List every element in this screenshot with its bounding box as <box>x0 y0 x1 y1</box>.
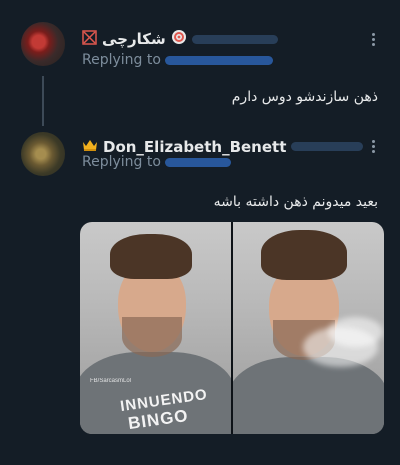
author-row: شکارچی <box>82 29 278 49</box>
avatar[interactable] <box>21 132 65 176</box>
author-name[interactable]: شکارچی <box>102 30 166 48</box>
more-options-icon[interactable] <box>372 31 376 48</box>
replying-to-label: Replying to <box>82 154 161 170</box>
target-icon <box>171 29 187 49</box>
media-image-left[interactable]: INNUENDO BINGO FB/SarcasmLol <box>80 222 231 434</box>
tweet-text: بعید میدونم ذهن داشته باشه <box>213 194 378 210</box>
media-image-right[interactable] <box>233 222 384 434</box>
replying-to-label: Replying to <box>82 52 161 68</box>
thread-connector-line <box>42 76 44 126</box>
author-name[interactable]: Don_Elizabeth_Benett <box>103 138 286 156</box>
tweet-media[interactable]: INNUENDO BINGO FB/SarcasmLol <box>80 222 384 434</box>
replying-to-handle-redacted[interactable] <box>164 157 231 167</box>
replying-to: Replying to <box>82 52 273 68</box>
watermark: FB/SarcasmLol <box>90 378 132 384</box>
author-handle-redacted[interactable] <box>191 34 278 44</box>
author-handle-redacted[interactable] <box>291 142 364 151</box>
replying-to: Replying to <box>82 154 231 170</box>
replying-to-handle-redacted[interactable] <box>164 55 273 65</box>
crossed-box-icon <box>82 29 97 49</box>
tweet-text: ذهن سازندشو دوس دارم <box>231 89 378 105</box>
more-options-icon[interactable] <box>372 138 376 155</box>
avatar[interactable] <box>21 22 65 66</box>
